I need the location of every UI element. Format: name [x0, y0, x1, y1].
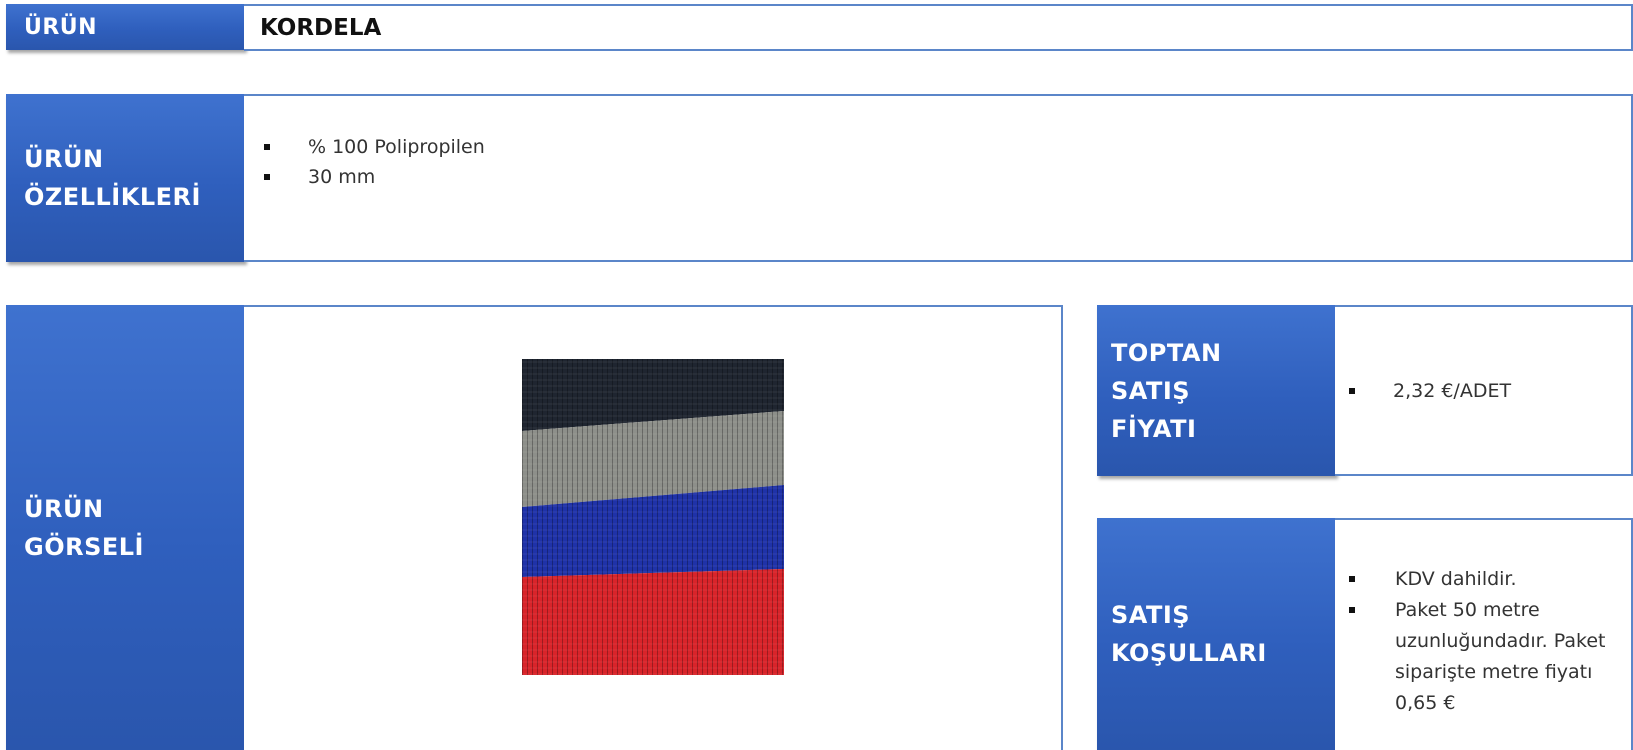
- terms-text: KDV dahildir.: [1395, 568, 1517, 590]
- ribbon-product-image: [522, 359, 784, 675]
- feature-item: % 100 Polipropilen: [264, 132, 1631, 162]
- feature-text: % 100 Polipropilen: [308, 136, 485, 158]
- image-box: [244, 305, 1063, 750]
- ribbon-weave-texture: [522, 359, 784, 675]
- product-label-text: ÜRÜN: [24, 14, 98, 40]
- wholesale-list: 2,32 €/ADET: [1349, 380, 1511, 402]
- bullet-icon: [1349, 576, 1355, 582]
- terms-box: KDV dahildir. Paket 50 metre uzunluğunda…: [1335, 518, 1633, 750]
- product-label: ÜRÜN: [6, 4, 245, 50]
- terms-item: KDV dahildir.: [1349, 564, 1631, 595]
- feature-item: 30 mm: [264, 162, 1631, 192]
- wholesale-box: 2,32 €/ADET: [1335, 305, 1633, 476]
- bullet-icon: [1349, 387, 1355, 394]
- features-box: % 100 Polipropilen 30 mm: [244, 94, 1633, 262]
- features-label-line-1: ÜRÜN: [24, 145, 104, 173]
- wholesale-label-line-1: TOPTAN: [1111, 338, 1222, 367]
- feature-text: 30 mm: [308, 166, 376, 188]
- features-label-text: ÜRÜN ÖZELLİKLERİ: [24, 140, 201, 216]
- image-label-line-1: ÜRÜN: [24, 494, 104, 523]
- terms-item: Paket 50 metre uzunluğundadır. Paket sip…: [1349, 595, 1631, 719]
- bullet-icon: [264, 174, 270, 180]
- wholesale-label-line-3: FİYATI: [1111, 414, 1197, 443]
- image-label-line-2: GÖRSELİ: [24, 532, 144, 561]
- product-name: KORDELA: [260, 14, 382, 41]
- wholesale-label-text: TOPTAN SATIŞ FİYATI: [1111, 334, 1222, 448]
- wholesale-item: 2,32 €/ADET: [1349, 380, 1511, 402]
- features-label-line-2: ÖZELLİKLERİ: [24, 183, 201, 211]
- bullet-icon: [264, 144, 270, 150]
- terms-label-text: SATIŞ KOŞULLARI: [1111, 596, 1267, 672]
- terms-list: KDV dahildir. Paket 50 metre uzunluğunda…: [1349, 564, 1631, 719]
- wholesale-label-line-2: SATIŞ: [1111, 376, 1191, 405]
- features-label: ÜRÜN ÖZELLİKLERİ: [6, 94, 245, 262]
- terms-label: SATIŞ KOŞULLARI: [1097, 518, 1336, 750]
- product-name-box: KORDELA: [244, 4, 1633, 51]
- terms-label-line-1: SATIŞ: [1111, 601, 1191, 629]
- wholesale-price: 2,32 €/ADET: [1393, 379, 1512, 402]
- terms-text: Paket 50 metre uzunluğundadır. Paket sip…: [1395, 599, 1606, 714]
- image-label: ÜRÜN GÖRSELİ: [6, 305, 245, 750]
- wholesale-label: TOPTAN SATIŞ FİYATI: [1097, 305, 1336, 476]
- bullet-icon: [1349, 607, 1355, 613]
- image-label-text: ÜRÜN GÖRSELİ: [24, 490, 144, 566]
- features-list: % 100 Polipropilen 30 mm: [264, 132, 1631, 192]
- terms-label-line-2: KOŞULLARI: [1111, 639, 1267, 667]
- product-sheet: ÜRÜN KORDELA ÜRÜN ÖZELLİKLERİ % 100 Poli…: [0, 0, 1633, 750]
